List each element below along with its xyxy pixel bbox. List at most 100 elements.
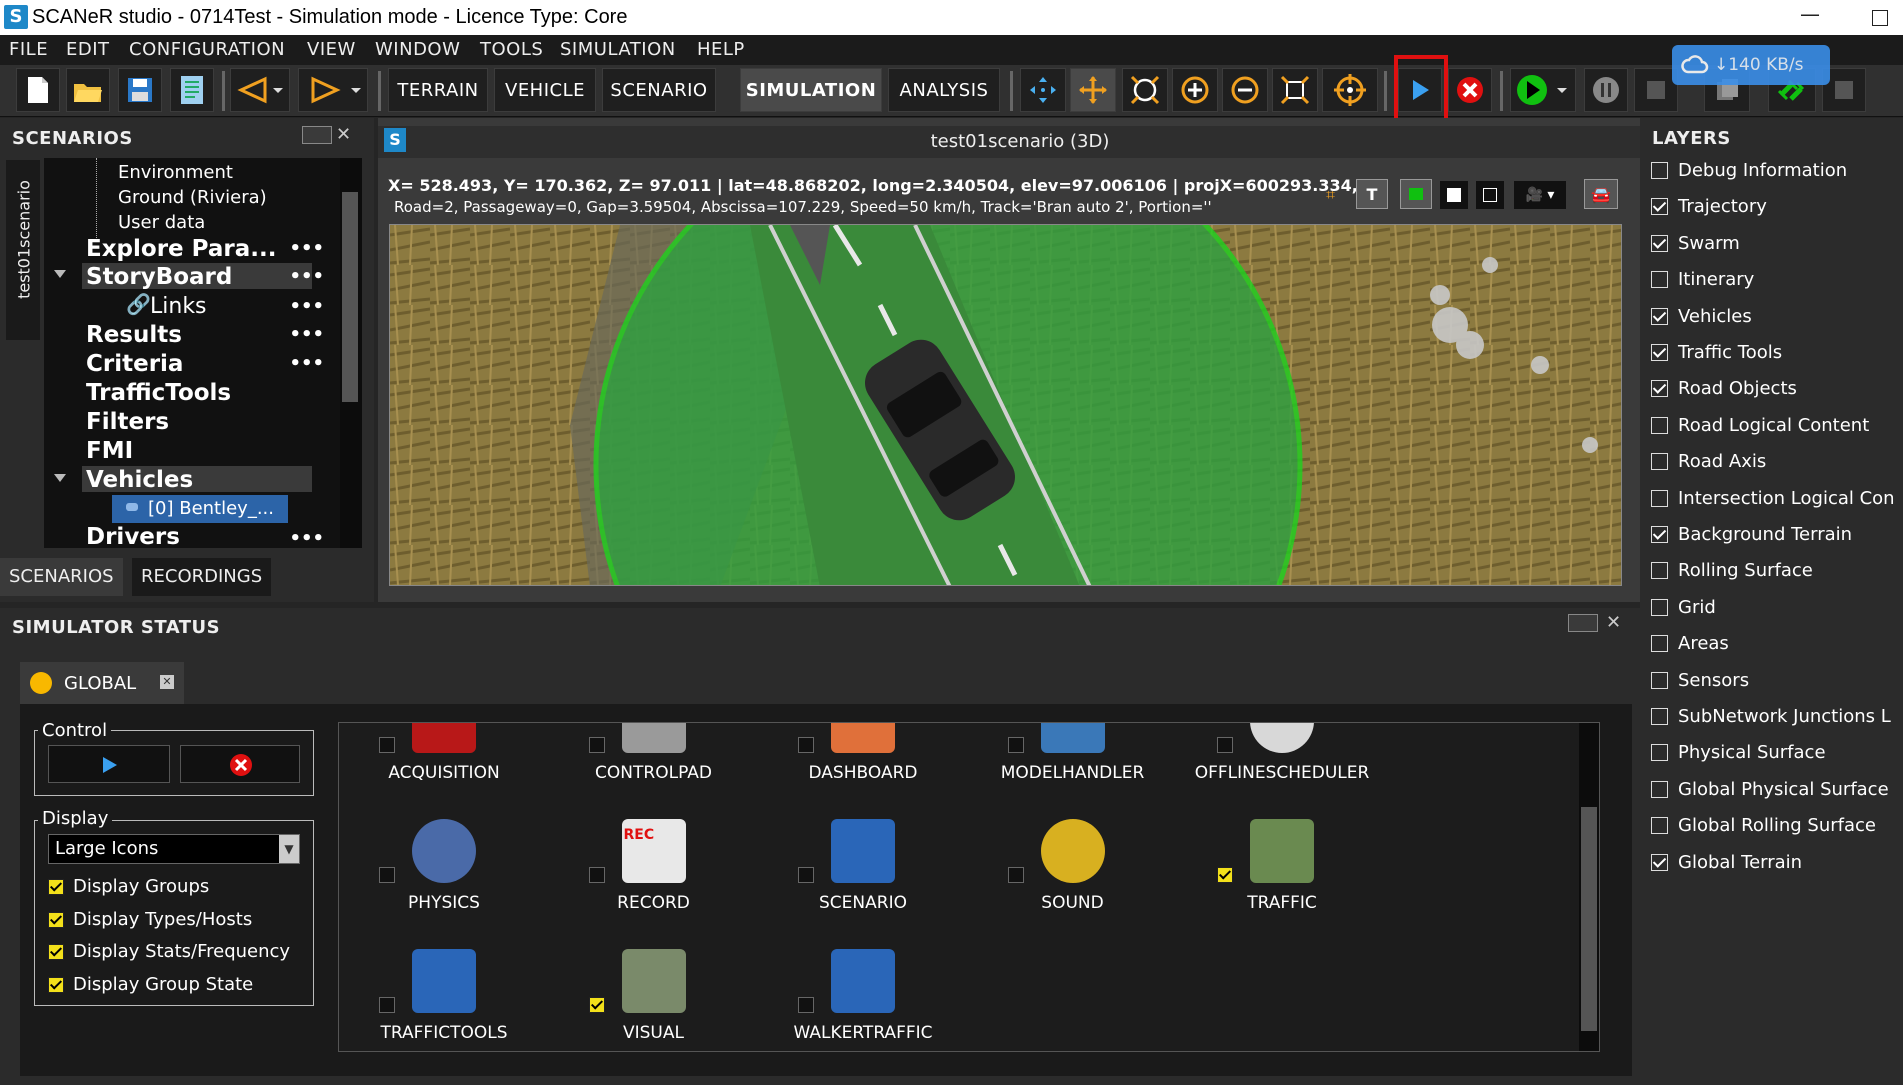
tab-recordings[interactable]: RECORDINGS <box>132 558 272 596</box>
module-checkbox[interactable] <box>1007 737 1024 753</box>
acquisition-icon[interactable] <box>412 723 476 753</box>
pan-icon[interactable] <box>1070 68 1116 112</box>
checkbox-checked[interactable] <box>1651 234 1668 252</box>
zoom-fit-icon[interactable] <box>1122 68 1168 112</box>
checkbox-unchecked[interactable] <box>1651 635 1668 653</box>
menu-window[interactable]: WINDOW <box>375 39 460 60</box>
text-toggle-button[interactable]: T <box>1356 179 1388 209</box>
white-square-button[interactable] <box>1440 181 1468 209</box>
tab-global[interactable]: GLOBAL ✕ <box>20 662 184 704</box>
checkbox-unchecked[interactable] <box>1651 598 1668 616</box>
zoom-box-icon[interactable] <box>1272 68 1318 112</box>
layer-item[interactable]: Physical Surface <box>1651 742 1826 763</box>
traffictools-icon[interactable] <box>412 949 476 1013</box>
tab-terrain[interactable]: TERRAIN <box>388 68 488 112</box>
more-options-icon[interactable]: ••• <box>289 528 324 548</box>
layer-item[interactable]: Road Logical Content <box>1651 415 1869 436</box>
zoom-in-icon[interactable] <box>1172 68 1218 112</box>
module-checkbox[interactable] <box>1217 737 1233 753</box>
pause-button[interactable] <box>1584 68 1628 112</box>
tree-item-filters[interactable]: Filters <box>86 409 169 435</box>
camera-dropdown[interactable]: 🎥 ▾ <box>1514 181 1566 209</box>
notes-icon[interactable] <box>170 68 214 112</box>
checkbox-unchecked[interactable] <box>1651 562 1668 580</box>
layer-item[interactable]: Road Axis <box>1651 451 1766 472</box>
checkbox-unchecked[interactable] <box>1651 162 1668 179</box>
tree-item-vehicles[interactable]: Vehicles <box>86 467 193 493</box>
close-panel-icon[interactable]: ✕ <box>1606 612 1621 633</box>
display-mode-select[interactable]: Large Icons ▼ <box>48 834 300 864</box>
checkbox-checked[interactable] <box>1651 526 1668 543</box>
checkbox-unchecked[interactable] <box>1651 780 1668 798</box>
tree-item-explore-params[interactable]: Explore Para... <box>86 236 276 262</box>
run-dropdown[interactable] <box>1510 68 1576 112</box>
chevron-down-icon[interactable]: ▼ <box>279 835 299 863</box>
control-stop-button[interactable] <box>180 745 300 783</box>
more-options-icon[interactable]: ••• <box>289 238 324 259</box>
restore-button[interactable] <box>1872 10 1888 26</box>
layer-item[interactable]: Rolling Surface <box>1651 560 1813 581</box>
controlpad-icon[interactable] <box>621 723 686 753</box>
zoom-out-icon[interactable] <box>1222 68 1268 112</box>
layer-item[interactable]: Itinerary <box>1651 269 1754 290</box>
menu-file[interactable]: FILE <box>9 39 48 60</box>
tree-item-criteria[interactable]: Criteria <box>86 351 183 377</box>
green-toggle-button[interactable] <box>1400 179 1432 209</box>
display-option-checkbox[interactable] <box>48 976 64 993</box>
layer-item[interactable]: Global Physical Surface <box>1651 779 1889 800</box>
dashboard-icon[interactable] <box>831 723 895 753</box>
menu-help[interactable]: HELP <box>697 39 745 60</box>
tree-item-user-data[interactable]: User data <box>118 212 205 233</box>
checkbox-unchecked[interactable] <box>1651 453 1668 471</box>
control-play-button[interactable] <box>48 745 170 783</box>
tab-scenario[interactable]: SCENARIO <box>602 68 716 112</box>
offlinescheduler-icon[interactable] <box>1250 723 1314 753</box>
menu-configuration[interactable]: CONFIGURATION <box>129 39 285 60</box>
new-file-icon[interactable] <box>16 68 60 112</box>
select-box-icon[interactable]: ⌗ <box>1326 185 1335 205</box>
checkbox-unchecked[interactable] <box>1651 271 1668 289</box>
menu-simulation[interactable]: SIMULATION <box>560 39 676 60</box>
traffic-icon[interactable] <box>1250 819 1314 883</box>
simulation-3d-viewport[interactable] <box>389 224 1622 586</box>
tree-item-drivers[interactable]: Drivers <box>86 524 180 548</box>
layer-item[interactable]: SubNetwork Junctions L <box>1651 706 1891 727</box>
module-checkbox[interactable] <box>798 867 814 883</box>
collapse-arrow-icon[interactable] <box>54 270 66 284</box>
wireframe-button[interactable] <box>1476 181 1504 209</box>
back-dropdown[interactable] <box>230 68 290 112</box>
module-checkbox[interactable] <box>1007 867 1024 883</box>
checkbox-checked[interactable] <box>1651 380 1668 398</box>
tree-item-traffictools[interactable]: TrafficTools <box>86 380 231 406</box>
layer-item[interactable]: Trajectory <box>1651 196 1767 217</box>
module-checkbox[interactable] <box>588 997 605 1013</box>
tree-item-results[interactable]: Results <box>86 322 182 348</box>
stop-button[interactable] <box>1448 68 1492 112</box>
checkbox-unchecked[interactable] <box>1651 708 1668 725</box>
layer-item[interactable]: Sensors <box>1651 670 1749 691</box>
layer-item[interactable]: Swarm <box>1651 233 1740 254</box>
more-options-icon[interactable]: ••• <box>289 296 324 317</box>
layer-item[interactable]: Background Terrain <box>1651 524 1852 545</box>
layer-item[interactable]: Areas <box>1651 633 1729 654</box>
checkbox-checked[interactable] <box>1651 198 1668 216</box>
checkbox-unchecked[interactable] <box>1651 671 1668 689</box>
module-checkbox[interactable] <box>379 997 395 1013</box>
module-checkbox[interactable] <box>379 737 395 753</box>
tab-simulation[interactable]: SIMULATION <box>740 68 882 112</box>
display-option-checkbox[interactable] <box>48 944 64 960</box>
tree-scrollbar-thumb[interactable] <box>342 192 358 402</box>
minimize-button[interactable]: — <box>1800 2 1820 26</box>
forward-dropdown[interactable] <box>298 68 368 112</box>
more-options-icon[interactable]: ••• <box>289 353 324 374</box>
display-option-checkbox[interactable] <box>48 911 64 928</box>
tab-scenarios[interactable]: SCENARIOS <box>0 558 123 596</box>
layer-item[interactable]: Global Rolling Surface <box>1651 815 1876 836</box>
menu-tools[interactable]: TOOLS <box>480 39 543 60</box>
layer-item[interactable]: Traffic Tools <box>1651 342 1782 363</box>
menu-edit[interactable]: EDIT <box>66 39 110 60</box>
physics-icon[interactable] <box>412 819 476 883</box>
module-checkbox[interactable] <box>798 737 814 753</box>
walkertraffic-icon[interactable] <box>831 949 895 1013</box>
checkbox-unchecked[interactable] <box>1651 817 1668 835</box>
